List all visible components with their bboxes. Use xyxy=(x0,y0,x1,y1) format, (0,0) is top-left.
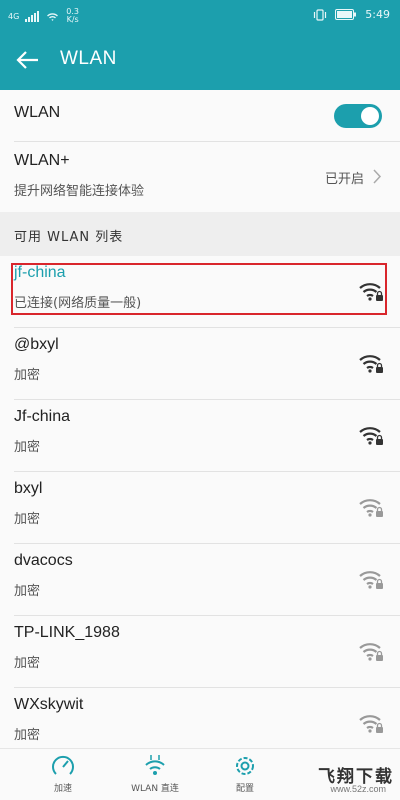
tab-wifi-direct-label: WLAN 直连 xyxy=(131,784,179,794)
wlan-toggle-switch[interactable] xyxy=(334,104,382,128)
network-name: dvacocs xyxy=(14,552,73,569)
wifi-status-icon xyxy=(47,12,59,21)
wlan-toggle-row[interactable]: WLAN xyxy=(0,90,400,142)
highlight-box xyxy=(11,263,387,315)
wlan-toggle-label: WLAN xyxy=(14,104,61,121)
chevron-right-icon xyxy=(373,169,382,184)
tab-speed-label: 加速 xyxy=(53,784,72,794)
network-row[interactable]: @bxyl 加密 xyxy=(0,328,400,400)
back-arrow-icon xyxy=(16,51,38,69)
wlan-plus-title: WLAN+ xyxy=(14,152,70,169)
vibrate-icon xyxy=(314,8,327,21)
toggle-knob xyxy=(361,107,379,125)
page-title: WLAN xyxy=(60,48,117,69)
network-row[interactable]: dvacocs 加密 xyxy=(0,544,400,616)
wifi-locked-strong-icon xyxy=(359,355,383,373)
status-bar: 4G 0.3 K/s 5:49 xyxy=(0,0,400,30)
gear-icon xyxy=(236,757,254,775)
wifi-locked-weak-icon xyxy=(359,643,383,661)
network-name: TP-LINK_1988 xyxy=(14,624,120,641)
battery-icon xyxy=(335,9,357,20)
wlan-plus-value: 已开启 xyxy=(324,172,364,187)
wifi-locked-weak-icon xyxy=(359,715,383,733)
wifi-direct-icon xyxy=(145,755,165,775)
network-status: 加密 xyxy=(14,368,41,383)
tab-config-label: 配置 xyxy=(235,784,254,794)
section-header-label: 可用 WLAN 列表 xyxy=(14,230,124,245)
network-speed: 0.3 K/s xyxy=(66,8,79,24)
network-status: 加密 xyxy=(14,728,41,743)
network-status: 加密 xyxy=(14,512,41,527)
network-name: @bxyl xyxy=(14,336,59,353)
network-type-label: 4G xyxy=(8,11,20,21)
watermark-logo: 飞翔下载 www.52z.com xyxy=(294,758,394,798)
available-networks-header: 可用 WLAN 列表 xyxy=(0,212,400,256)
back-button[interactable] xyxy=(10,42,46,78)
status-time: 5:49 xyxy=(365,8,390,21)
status-left: 4G 0.3 K/s xyxy=(8,8,79,24)
wlan-plus-row[interactable]: WLAN+ 提升网络智能连接体验 已开启 xyxy=(0,142,400,212)
app-bar: WLAN xyxy=(0,30,400,90)
network-row[interactable]: bxyl 加密 xyxy=(0,472,400,544)
network-status: 加密 xyxy=(14,584,41,599)
network-row[interactable]: Jf-china 加密 xyxy=(0,400,400,472)
speed-gauge-icon xyxy=(52,755,74,775)
tab-wifi-direct[interactable]: WLAN 直连 xyxy=(110,753,200,794)
wifi-locked-weak-icon xyxy=(359,499,383,517)
status-right: 5:49 xyxy=(313,8,390,21)
wlan-plus-subtitle: 提升网络智能连接体验 xyxy=(14,184,145,199)
network-name: Jf-china xyxy=(14,408,71,425)
cellular-signal-icon xyxy=(25,10,40,22)
watermark-url: www.52z.com xyxy=(330,784,386,794)
wifi-locked-weak-icon xyxy=(359,571,383,589)
network-status: 加密 xyxy=(14,656,41,671)
network-name: bxyl xyxy=(14,480,43,497)
network-speed-unit: K/s xyxy=(66,15,79,24)
tab-speed[interactable]: 加速 xyxy=(18,753,108,794)
tab-config[interactable]: 配置 xyxy=(200,753,290,794)
bottom-toolbar: 加速 WLAN 直连 配置 飞翔下载 www.52z.com xyxy=(0,748,400,800)
wifi-locked-strong-icon xyxy=(359,427,383,445)
network-row[interactable]: TP-LINK_1988 加密 xyxy=(0,616,400,688)
network-status: 加密 xyxy=(14,440,41,455)
network-name: WXskywit xyxy=(14,696,84,713)
